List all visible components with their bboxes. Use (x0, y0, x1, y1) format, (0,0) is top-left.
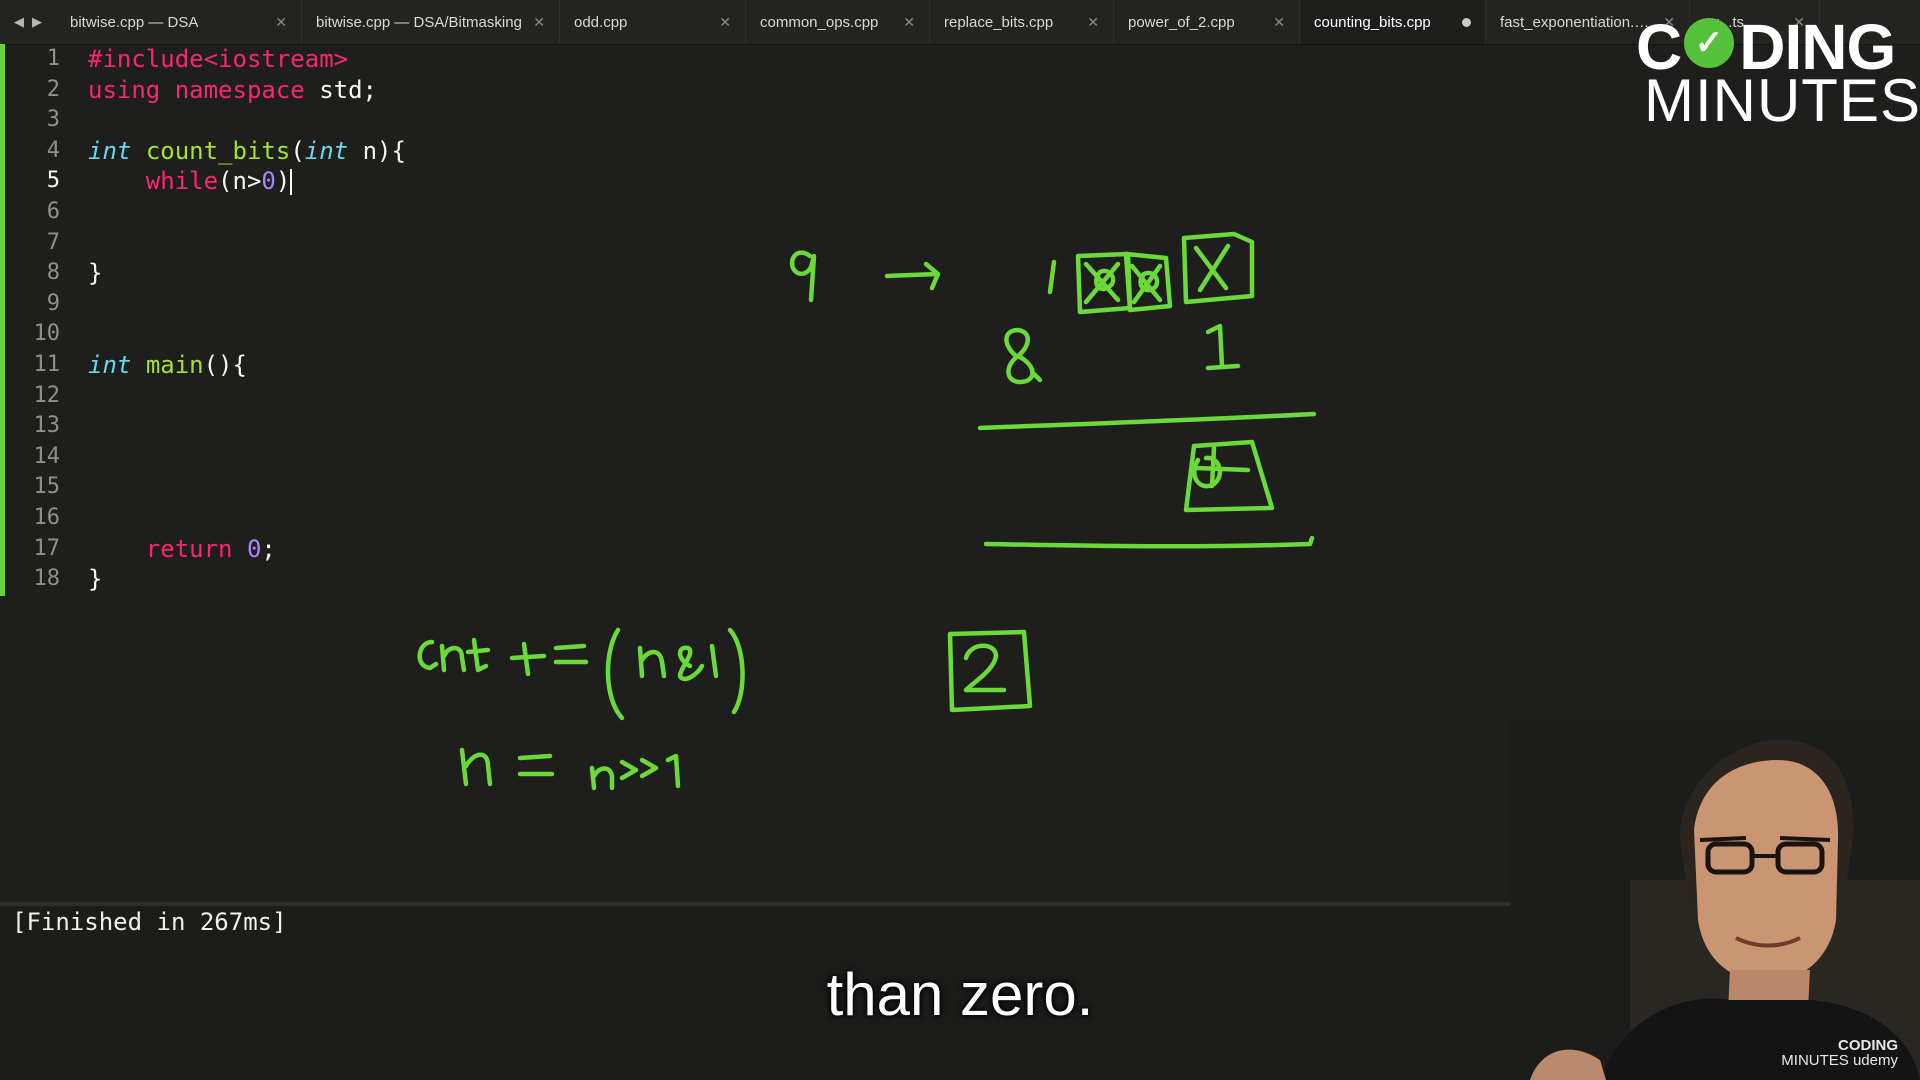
code-line[interactable]: } (88, 258, 1920, 289)
tab-label: odd.cpp (574, 13, 628, 31)
line-number: 10 (33, 321, 61, 347)
build-output-text: [Finished in 267ms] (12, 908, 287, 936)
code-line[interactable]: while(n>0) (88, 166, 1920, 197)
code-line[interactable] (88, 289, 1920, 320)
line-number: 14 (33, 443, 61, 469)
check-icon: ✓ (1684, 18, 1734, 68)
close-icon[interactable]: ✕ (1273, 14, 1285, 31)
tab-1[interactable]: bitwise.cpp — DSA ✕ (56, 0, 302, 44)
line-number: 12 (33, 382, 61, 408)
tab-4[interactable]: common_ops.cpp ✕ (746, 0, 930, 44)
line-number: 13 (33, 413, 61, 439)
code-line[interactable] (88, 442, 1920, 473)
unsaved-dot-icon[interactable] (1462, 17, 1471, 27)
tab-label: counting_bits.cpp (1314, 13, 1431, 31)
code-line[interactable] (88, 411, 1920, 442)
code-token: while (145, 167, 219, 196)
brand-logo: C DING ✓ MINUTES (1636, 10, 1920, 134)
line-number: 6 (46, 198, 60, 224)
line-number: 1 (46, 46, 60, 71)
tab-bar: ◀ ▶ bitwise.cpp — DSA ✕ bitwise.cpp — DSA/… (0, 0, 1920, 45)
logo-line-two: MINUTES (1644, 67, 1920, 134)
line-number-gutter: 1 2 3 4 5 6 7 8 9 10 11 12 13 14 15 16 17 18 (10, 44, 61, 595)
close-icon[interactable]: ✕ (1087, 14, 1099, 31)
tab-label: fast_exponentiation.cpp (1500, 13, 1654, 31)
line-number: 15 (33, 474, 61, 500)
code-line[interactable] (88, 197, 1920, 228)
close-icon[interactable]: ✕ (903, 14, 915, 31)
line-number: 9 (46, 290, 60, 316)
code-line[interactable]: int main(){ (88, 350, 1920, 381)
code-line[interactable]: int count_bits(int n){ (88, 136, 1920, 167)
code-line[interactable]: } (88, 564, 1920, 595)
code-token: } (88, 565, 103, 594)
code-token: n){ (348, 136, 406, 165)
code-token: (){ (203, 350, 247, 379)
close-icon[interactable]: ✕ (275, 14, 287, 31)
line-number: 7 (46, 229, 60, 255)
text-cursor (290, 169, 293, 196)
tab-label: common_ops.cpp (760, 13, 879, 31)
code-line[interactable] (88, 319, 1920, 350)
close-icon[interactable]: ✕ (533, 14, 545, 31)
tab-6[interactable]: power_of_2.cpp ✕ (1114, 0, 1300, 44)
code-token: int (88, 136, 132, 165)
line-number: 4 (46, 137, 60, 163)
code-token: int (88, 350, 132, 379)
tab-label: bitwise.cpp — DSA/Bitmasking (316, 13, 522, 31)
code-line[interactable] (88, 472, 1920, 503)
code-line[interactable] (88, 381, 1920, 412)
tab-5[interactable]: replace_bits.cpp ✕ (930, 0, 1114, 44)
code-token: std; (304, 75, 377, 104)
line-number: 8 (46, 260, 60, 286)
modified-lines-marker (0, 44, 5, 596)
code-token: using namespace (88, 75, 305, 104)
code-token: ; (261, 534, 276, 563)
code-line[interactable] (88, 228, 1920, 259)
line-number: 17 (33, 535, 61, 561)
code-token: ) (275, 167, 291, 196)
line-number: 5 (46, 168, 60, 194)
code-token: return (145, 534, 233, 563)
line-number: 11 (33, 351, 61, 377)
tab-label: power_of_2.cpp (1128, 13, 1235, 31)
code-token: (n> (218, 167, 262, 196)
code-token: main (145, 350, 204, 379)
line-number: 3 (46, 107, 60, 133)
tab-label: replace_bits.cpp (944, 13, 1054, 31)
tab-2[interactable]: bitwise.cpp — DSA/Bitmasking ✕ (302, 0, 560, 44)
code-line[interactable] (88, 503, 1920, 534)
tab-label: bitwise.cpp — DSA (70, 13, 199, 31)
video-subtitle: than zero. (826, 961, 1094, 1028)
code-token: } (88, 259, 103, 288)
code-line[interactable]: return 0; (88, 534, 1920, 565)
code-token: count_bits (145, 136, 291, 165)
line-number: 2 (46, 76, 60, 102)
code-token: ( (290, 136, 305, 165)
code-token: 0 (261, 167, 276, 196)
close-icon[interactable]: ✕ (719, 14, 731, 31)
code-token: int (304, 136, 349, 165)
tab-3[interactable]: odd.cpp ✕ (560, 0, 746, 44)
chevron-right-icon[interactable]: ▶ (32, 14, 42, 30)
chevron-left-icon[interactable]: ◀ (14, 14, 24, 30)
code-token: #include<iostream> (88, 45, 349, 73)
code-token: 0 (246, 534, 262, 563)
course-watermark: CODING MINUTES udemy (1781, 1037, 1898, 1069)
line-number: 18 (33, 566, 61, 592)
tab-navigation: ◀ ▶ (0, 0, 56, 44)
line-number: 16 (33, 504, 61, 530)
tab-7[interactable]: counting_bits.cpp (1300, 0, 1486, 44)
